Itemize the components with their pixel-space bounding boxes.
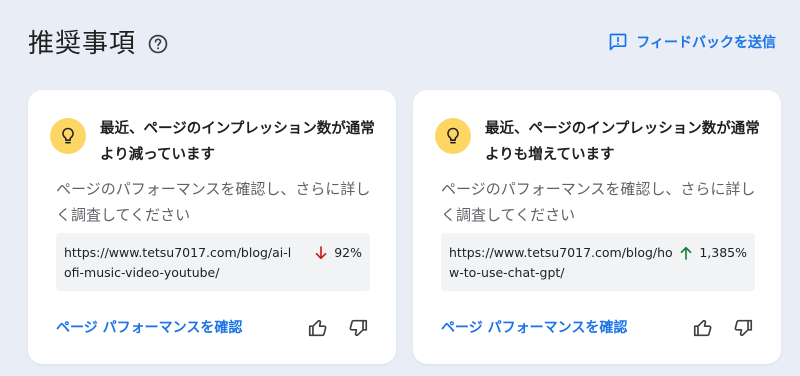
thumbs-down-icon [349, 319, 368, 337]
trend-value: 1,385% [699, 245, 747, 260]
card-title: 最近、ページのインプレッション数が通常より減っています [100, 121, 375, 163]
page-header: 推奨事項 フィードバックを送信 [0, 0, 800, 90]
thumbs-up-icon [308, 319, 327, 337]
page-title: 推奨事項 [28, 29, 137, 59]
impression-trend: 92% [312, 243, 362, 263]
thumbs-down-button[interactable] [731, 316, 755, 340]
thumbs-up-button[interactable] [306, 316, 330, 340]
help-circle-icon[interactable] [147, 33, 169, 55]
impression-trend: 1,385% [677, 243, 747, 263]
arrow-down-icon [315, 246, 327, 260]
send-feedback-button[interactable]: フィードバックを送信 [608, 32, 776, 52]
card-description: ページのパフォーマンスを確認し、さらに詳しく調査してください [56, 180, 371, 224]
recommendation-card-impressions-up: 最近、ページのインプレッション数が通常よりも増えています ページのパフォーマンス… [413, 90, 781, 364]
page-url-box: https://www.tetsu7017.com/blog/ai-lofi-m… [56, 233, 370, 291]
page-url: https://www.tetsu7017.com/blog/ai-lofi-m… [64, 245, 292, 280]
page-url: https://www.tetsu7017.com/blog/how-to-us… [449, 245, 673, 280]
feedback-icon [609, 33, 627, 51]
lightbulb-icon [50, 118, 86, 154]
card-description: ページのパフォーマンスを確認し、さらに詳しく調査してください [441, 180, 756, 224]
feedback-label: フィードバックを送信 [636, 35, 776, 51]
recommendation-card-impressions-down: 最近、ページのインプレッション数が通常より減っています ページのパフォーマンスを… [28, 90, 396, 364]
thumbs-down-button[interactable] [346, 316, 370, 340]
trend-value: 92% [334, 245, 362, 260]
thumbs-down-icon [734, 319, 753, 337]
arrow-up-icon [681, 246, 692, 260]
check-page-performance-link[interactable]: ページ パフォーマンスを確認 [441, 318, 627, 338]
page-url-box: https://www.tetsu7017.com/blog/how-to-us… [441, 233, 755, 291]
check-page-performance-link[interactable]: ページ パフォーマンスを確認 [56, 318, 242, 338]
card-title: 最近、ページのインプレッション数が通常よりも増えています [485, 121, 760, 163]
thumbs-up-button[interactable] [691, 316, 715, 340]
thumbs-up-icon [693, 319, 712, 337]
lightbulb-icon [435, 118, 471, 154]
